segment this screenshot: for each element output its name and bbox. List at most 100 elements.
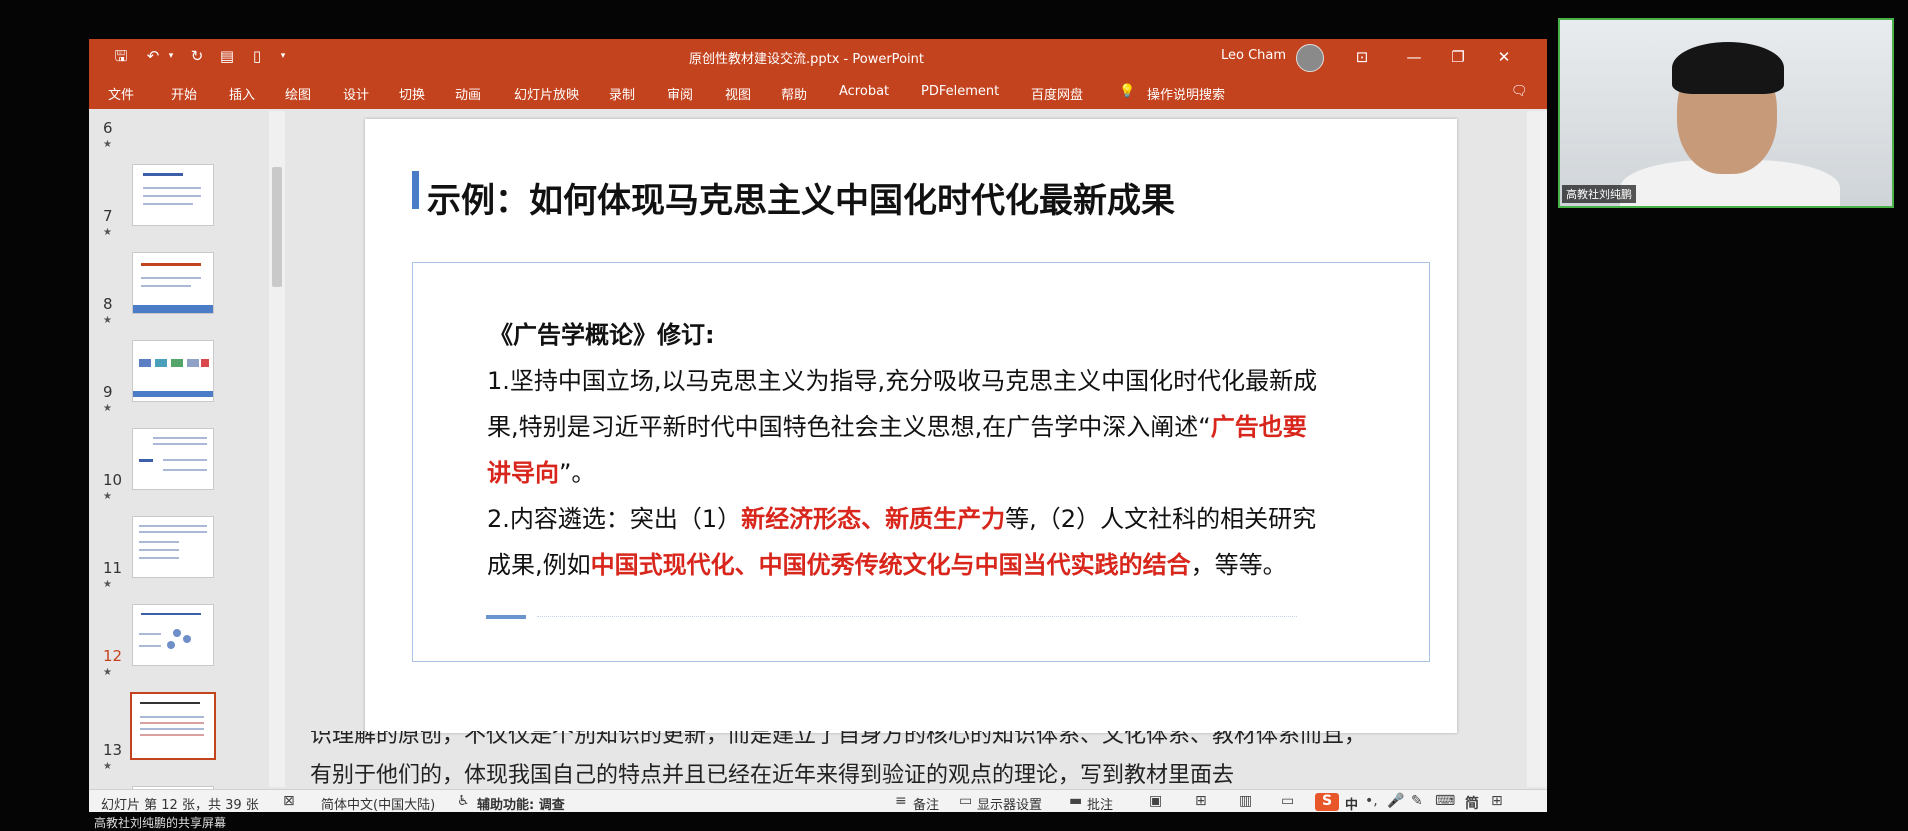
- footer-dotted-line: [537, 616, 1297, 617]
- tab-home[interactable]: 开始: [171, 84, 197, 103]
- animation-star-icon: ★: [103, 579, 112, 590]
- tab-baidu-netdisk[interactable]: 百度网盘: [1031, 84, 1083, 103]
- current-slide[interactable]: 示例：如何体现马克思主义中国化时代化最新成果 《广告学概论》修订: 1.坚持中国…: [365, 119, 1457, 733]
- body-line-4: 2.内容遴选：突出（1）新经济形态、新质生产力等,（2）人文社科的相关研究: [487, 505, 1317, 533]
- display-settings-button[interactable]: 显示器设置: [977, 794, 1042, 812]
- notes-button[interactable]: 备注: [913, 794, 939, 812]
- lightbulb-icon: 💡: [1119, 84, 1136, 99]
- undo-icon[interactable]: ↶: [143, 46, 163, 66]
- slide-thumbnail-11[interactable]: [132, 604, 214, 666]
- notes-icon[interactable]: ≡: [895, 793, 907, 809]
- thumb-number: 13: [103, 741, 123, 759]
- slide-thumbnail-9[interactable]: [132, 428, 214, 490]
- slideshow-view-icon[interactable]: ▭: [1281, 793, 1294, 809]
- handwriting-icon[interactable]: ✎: [1411, 793, 1423, 809]
- language-indicator[interactable]: 简体中文(中国大陆): [321, 794, 435, 812]
- normal-view-icon[interactable]: ▣: [1149, 793, 1162, 809]
- highlight-text: 中国式现代化、中国优秀传统文化与中国当代实践的结合: [590, 551, 1191, 579]
- title-accent-bar: [412, 171, 419, 209]
- ribbon-tabs: 文件 开始 插入 绘图 设计 切换 动画 幻灯片放映 录制 审阅 视图 帮助 A…: [89, 75, 1547, 109]
- body-line-5: 成果,例如中国式现代化、中国优秀传统文化与中国当代实践的结合，等等。: [487, 551, 1287, 579]
- redo-icon[interactable]: ↻: [187, 46, 207, 66]
- display-settings-icon[interactable]: ▭: [959, 793, 972, 809]
- tab-review[interactable]: 审阅: [667, 84, 693, 103]
- thumbnail-scroll-thumb[interactable]: [272, 167, 282, 287]
- comments-button[interactable]: 批注: [1087, 794, 1113, 812]
- powerpoint-window: 🖫 ↶ ▾ ↻ ▤ ▯ ▾ 原创性教材建设交流.pptx - PowerPoin…: [89, 39, 1547, 812]
- document-title: 原创性教材建设交流.pptx - PowerPoint: [689, 52, 924, 67]
- toolbox-icon[interactable]: ⊞: [1491, 793, 1503, 809]
- tab-insert[interactable]: 插入: [229, 84, 255, 103]
- tab-slideshow[interactable]: 幻灯片放映: [514, 84, 579, 103]
- body-line-2: 果,特别是习近平新时代中国特色社会主义思想,在广告学中深入阐述“广告也要: [487, 413, 1307, 441]
- comments-icon[interactable]: 🗨: [1511, 84, 1528, 99]
- thumb-number: 6: [103, 119, 113, 137]
- ribbon-display-options-icon[interactable]: ⊡: [1349, 44, 1375, 70]
- thumb-number: 12: [103, 647, 123, 665]
- spellcheck-icon[interactable]: ⊠: [283, 793, 295, 809]
- customize-qat-icon[interactable]: ▾: [273, 46, 293, 66]
- tab-acrobat[interactable]: Acrobat: [839, 84, 889, 99]
- tab-draw[interactable]: 绘图: [285, 84, 311, 103]
- body-line-3: 讲导向”。: [487, 459, 596, 487]
- webcam-participant-label: 高教社刘纯鹏: [1562, 185, 1636, 203]
- thumb-number: 8: [103, 295, 113, 313]
- keyboard-icon[interactable]: ⌨: [1435, 793, 1455, 809]
- animation-star-icon: ★: [103, 315, 112, 326]
- title-bar: 🖫 ↶ ▾ ↻ ▤ ▯ ▾ 原创性教材建设交流.pptx - PowerPoin…: [89, 39, 1547, 75]
- slide-sorter-icon[interactable]: ⊞: [1195, 793, 1207, 809]
- tab-design[interactable]: 设计: [343, 84, 369, 103]
- restore-icon[interactable]: ❐: [1445, 44, 1471, 70]
- tab-transitions[interactable]: 切换: [399, 84, 425, 103]
- accessibility-icon[interactable]: ♿: [457, 793, 470, 809]
- simplified-icon[interactable]: 简: [1465, 793, 1479, 812]
- highlight-text: 讲导向: [487, 459, 559, 487]
- animation-star-icon: ★: [103, 403, 112, 414]
- user-name[interactable]: Leo Cham: [1221, 48, 1286, 63]
- tab-animations[interactable]: 动画: [455, 84, 481, 103]
- new-file-icon[interactable]: ▯: [247, 46, 267, 66]
- slide-thumbnail-7[interactable]: [132, 252, 214, 314]
- sogou-ime-icon[interactable]: S: [1315, 793, 1339, 811]
- close-icon[interactable]: ✕: [1491, 44, 1517, 70]
- tab-help[interactable]: 帮助: [781, 84, 807, 103]
- content-subtitle: 《广告学概论》修订:: [489, 321, 715, 349]
- tell-me-search[interactable]: 操作说明搜索: [1147, 84, 1225, 103]
- screen-share-label: 高教社刘纯鹏的共享屏幕: [94, 816, 227, 830]
- slide-scrollbar[interactable]: [1527, 111, 1547, 787]
- highlight-text: 新经济形态、新质生产力: [741, 505, 1006, 533]
- tab-file[interactable]: 文件: [108, 84, 134, 103]
- slide-thumbnail-6[interactable]: [132, 164, 214, 226]
- thumb-number: 11: [103, 559, 123, 577]
- accessibility-status[interactable]: 辅助功能: 调查: [477, 794, 565, 812]
- thumb-number: 10: [103, 471, 123, 489]
- comments-status-icon[interactable]: ▬: [1069, 793, 1082, 809]
- webcam-person-hair: [1672, 42, 1784, 94]
- reading-view-icon[interactable]: ▥: [1239, 793, 1252, 809]
- tab-pdfelement[interactable]: PDFelement: [921, 84, 999, 99]
- tab-view[interactable]: 视图: [725, 84, 751, 103]
- user-avatar[interactable]: [1296, 44, 1324, 72]
- slide-counter: 幻灯片 第 12 张，共 39 张: [101, 798, 259, 812]
- slide-thumbnail-8[interactable]: [132, 340, 214, 402]
- punctuation-icon[interactable]: •,: [1365, 793, 1378, 809]
- thumb-number: 9: [103, 383, 113, 401]
- footer-accent-bar: [486, 615, 526, 619]
- save-icon[interactable]: 🖫: [111, 46, 131, 66]
- undo-dropdown-icon[interactable]: ▾: [161, 46, 181, 66]
- slide-thumbnail-pane: 6 ★ 7 ★ 8 ★ 9 ★ 10 ★ 11 ★ 12 ★ 13 ★: [89, 109, 287, 790]
- present-from-start-icon[interactable]: ▤: [217, 46, 237, 66]
- tab-record[interactable]: 录制: [609, 84, 635, 103]
- highlight-text: 广告也要: [1210, 413, 1307, 441]
- ime-chinese-mode[interactable]: 中: [1345, 794, 1358, 812]
- animation-star-icon: ★: [103, 227, 112, 238]
- animation-star-icon: ★: [103, 139, 112, 150]
- slide-thumbnail-12-selected[interactable]: [130, 692, 216, 760]
- microphone-icon[interactable]: 🎤: [1387, 793, 1404, 809]
- slide-title: 示例：如何体现马克思主义中国化时代化最新成果: [427, 181, 1175, 221]
- slide-thumbnail-10[interactable]: [132, 516, 214, 578]
- caption-line-2: 有别于他们的，体现我国自己的特点并且已经在近年来得到验证的观点的理论，写到教材里…: [310, 763, 1235, 788]
- minimize-icon[interactable]: —: [1401, 44, 1427, 70]
- animation-star-icon: ★: [103, 491, 112, 502]
- animation-star-icon: ★: [103, 761, 112, 772]
